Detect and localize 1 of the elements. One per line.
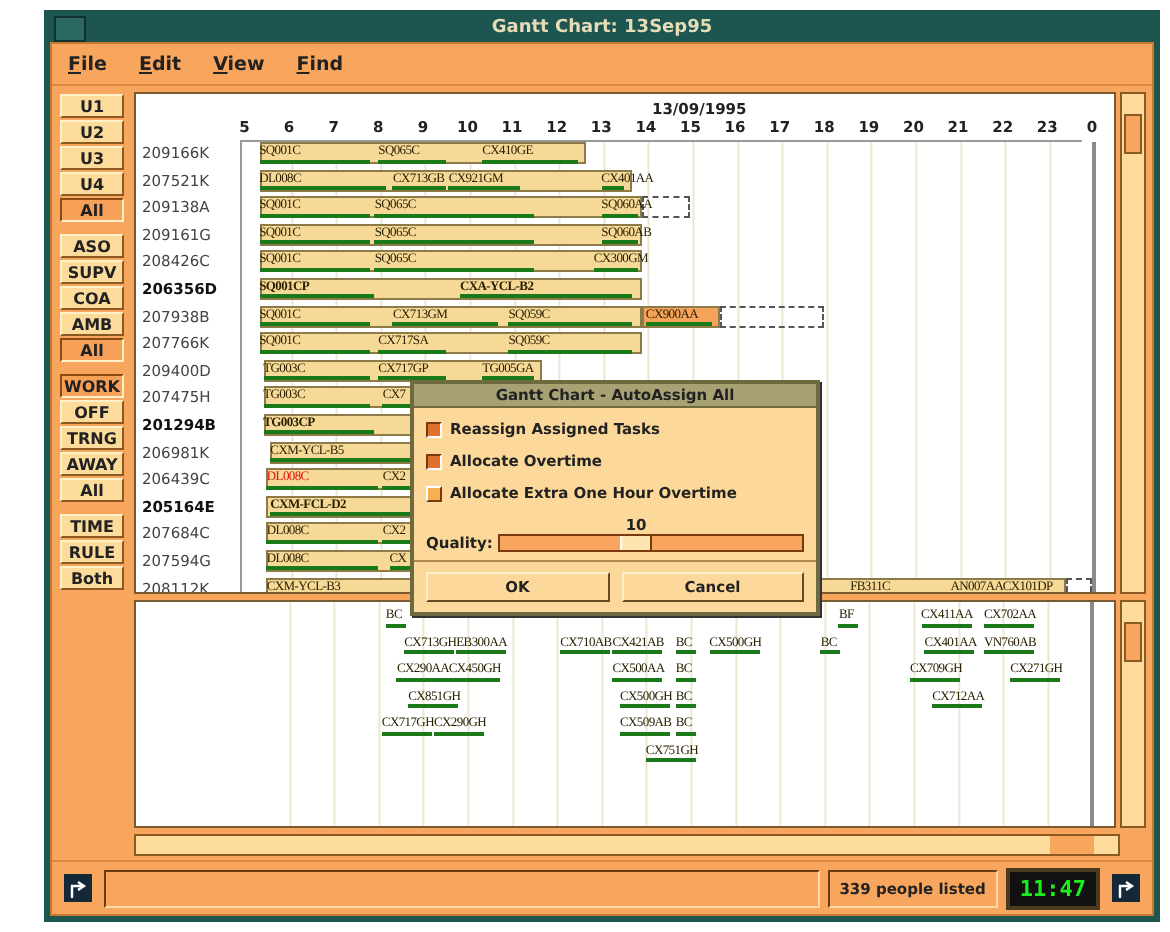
clock: 11:47: [1005, 867, 1100, 909]
